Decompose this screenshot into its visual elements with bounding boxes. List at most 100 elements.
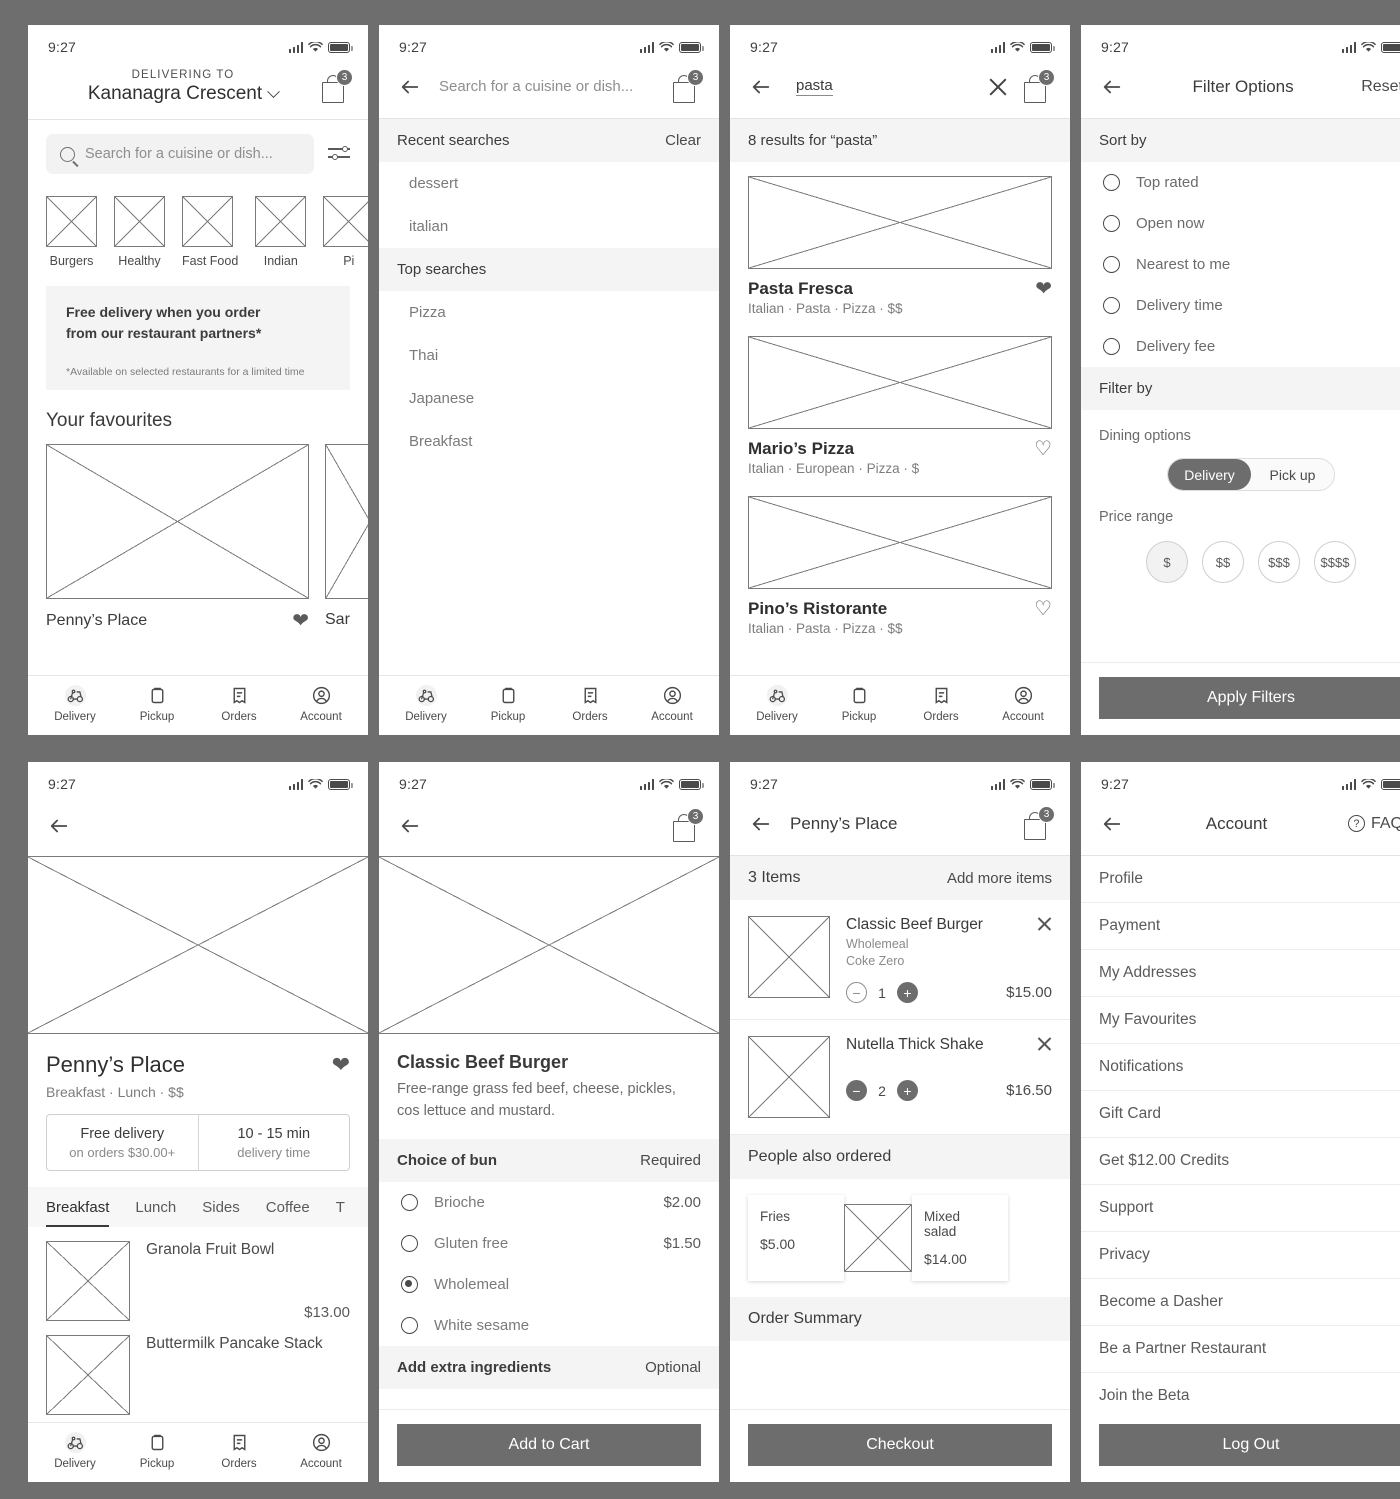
heart-outline-icon[interactable]: ♡: [1034, 439, 1052, 459]
account-item-support[interactable]: Support: [1081, 1185, 1400, 1232]
account-item-profile[interactable]: Profile: [1081, 856, 1400, 903]
search-input[interactable]: Search for a cuisine or dish...: [439, 78, 633, 95]
clear-button[interactable]: Clear: [665, 132, 701, 149]
back-button[interactable]: [397, 74, 423, 100]
filter-sliders-icon[interactable]: [328, 145, 350, 163]
favourite-card[interactable]: Sar: [325, 444, 368, 631]
menu-tabs[interactable]: Breakfast Lunch Sides Coffee T: [28, 1187, 368, 1227]
nav-item-account[interactable]: Account: [286, 1432, 356, 1470]
sort-option-open-now[interactable]: Open now: [1081, 203, 1400, 244]
sort-option-nearest-to-me[interactable]: Nearest to me: [1081, 244, 1400, 285]
search-query-input[interactable]: pasta: [796, 77, 833, 96]
account-item-payment[interactable]: Payment: [1081, 903, 1400, 950]
back-button[interactable]: [397, 813, 423, 839]
nav-item-delivery[interactable]: Delivery: [391, 685, 461, 723]
result-card[interactable]: Mario’s Pizza Italian · European · Pizza…: [730, 322, 1070, 482]
address-selector[interactable]: Kananagra Crescent: [88, 83, 281, 105]
add-to-cart-button[interactable]: Add to Cart: [397, 1424, 701, 1466]
recent-search-item[interactable]: dessert: [379, 162, 719, 205]
account-item-my-favourites[interactable]: My Favourites: [1081, 997, 1400, 1044]
nav-item-delivery[interactable]: Delivery: [40, 685, 110, 723]
menu-item[interactable]: Buttermilk Pancake Stack: [28, 1321, 368, 1415]
tab-overflow[interactable]: T: [336, 1199, 345, 1227]
clear-search-icon[interactable]: [988, 77, 1008, 97]
faq-button[interactable]: ? FAQ: [1347, 815, 1400, 833]
nav-item-pickup[interactable]: Pickup: [473, 685, 543, 723]
price-option-4[interactable]: $$$$: [1314, 541, 1356, 583]
back-button[interactable]: [1099, 74, 1125, 100]
back-button[interactable]: [748, 811, 774, 837]
sort-option-delivery-fee[interactable]: Delivery fee: [1081, 326, 1400, 367]
result-card[interactable]: Pino’s Ristorante Italian · Pasta · Pizz…: [730, 482, 1070, 642]
result-card[interactable]: Pasta Fresca Italian · Pasta · Pizza · $…: [730, 162, 1070, 322]
category-item[interactable]: Fast Food: [182, 196, 238, 268]
decrease-quantity-button[interactable]: −: [846, 982, 867, 1003]
increase-quantity-button[interactable]: +: [897, 1080, 918, 1101]
decrease-quantity-button[interactable]: −: [846, 1080, 867, 1101]
sort-option-top-rated[interactable]: Top rated: [1081, 162, 1400, 203]
cart-button[interactable]: 3: [671, 68, 704, 103]
nav-item-delivery[interactable]: Delivery: [742, 685, 812, 723]
nav-item-account[interactable]: Account: [988, 685, 1058, 723]
reset-button[interactable]: Reset: [1361, 78, 1400, 96]
segment-pickup[interactable]: Pick up: [1251, 459, 1334, 490]
category-item[interactable]: Pi: [323, 196, 368, 268]
account-item-gift-card[interactable]: Gift Card: [1081, 1091, 1400, 1138]
back-button[interactable]: [748, 74, 774, 100]
price-option-2[interactable]: $$: [1202, 541, 1244, 583]
account-item-notifications[interactable]: Notifications: [1081, 1044, 1400, 1091]
account-item-partner-restaurant[interactable]: Be a Partner Restaurant: [1081, 1326, 1400, 1373]
apply-filters-button[interactable]: Apply Filters: [1099, 677, 1400, 719]
add-more-items-button[interactable]: Add more items: [947, 870, 1052, 887]
top-search-item[interactable]: Breakfast: [379, 420, 719, 463]
top-search-item[interactable]: Thai: [379, 334, 719, 377]
cart-button[interactable]: 3: [1022, 805, 1055, 840]
heart-filled-icon[interactable]: ❤: [332, 1054, 350, 1076]
tab-lunch[interactable]: Lunch: [135, 1199, 176, 1227]
checkout-button[interactable]: Checkout: [748, 1424, 1052, 1466]
tab-sides[interactable]: Sides: [202, 1199, 240, 1227]
favourite-card[interactable]: Penny’s Place ❤: [46, 444, 309, 631]
delivering-to-block[interactable]: DELIVERING TO Kananagra Crescent: [46, 69, 320, 105]
cart-button[interactable]: 3: [671, 808, 704, 842]
menu-item[interactable]: Granola Fruit Bowl $13.00: [28, 1227, 368, 1321]
heart-filled-icon[interactable]: ❤: [1035, 279, 1052, 299]
heart-filled-icon[interactable]: ❤: [292, 611, 309, 631]
bun-option-brioche[interactable]: Brioche $2.00: [379, 1182, 719, 1223]
nav-item-account[interactable]: Account: [286, 685, 356, 723]
favourites-carousel[interactable]: Penny’s Place ❤ Sar: [28, 444, 368, 631]
tab-coffee[interactable]: Coffee: [266, 1199, 310, 1227]
increase-quantity-button[interactable]: +: [897, 982, 918, 1003]
category-item[interactable]: Healthy: [114, 196, 165, 268]
also-ordered-card[interactable]: Mixed salad $14.00: [912, 1195, 1008, 1281]
nav-item-orders[interactable]: Orders: [906, 685, 976, 723]
dining-options-toggle[interactable]: Delivery Pick up: [1167, 458, 1335, 491]
nav-item-pickup[interactable]: Pickup: [122, 685, 192, 723]
segment-delivery[interactable]: Delivery: [1168, 459, 1251, 490]
heart-outline-icon[interactable]: ♡: [1034, 599, 1052, 619]
nav-item-account[interactable]: Account: [637, 685, 707, 723]
account-item-my-addresses[interactable]: My Addresses: [1081, 950, 1400, 997]
account-item-join-the-beta[interactable]: Join the Beta: [1081, 1373, 1400, 1410]
also-ordered-carousel[interactable]: Fries $5.00 Mixed salad $14.00: [730, 1179, 1070, 1297]
recent-search-item[interactable]: italian: [379, 205, 719, 248]
nav-item-orders[interactable]: Orders: [555, 685, 625, 723]
also-ordered-card[interactable]: Fries $5.00: [748, 1195, 844, 1281]
price-option-3[interactable]: $$$: [1258, 541, 1300, 583]
account-item-credits[interactable]: Get $12.00 Credits: [1081, 1138, 1400, 1185]
bun-option-white-sesame[interactable]: White sesame: [379, 1305, 719, 1346]
remove-item-icon[interactable]: [1037, 1036, 1052, 1051]
cart-button[interactable]: 3: [320, 69, 353, 103]
back-button[interactable]: [1099, 811, 1125, 837]
tab-breakfast[interactable]: Breakfast: [46, 1199, 110, 1227]
account-item-become-a-dasher[interactable]: Become a Dasher: [1081, 1279, 1400, 1326]
cart-button[interactable]: 3: [1022, 68, 1055, 103]
category-item[interactable]: Indian: [255, 196, 307, 268]
top-search-item[interactable]: Japanese: [379, 377, 719, 420]
search-input[interactable]: Search for a cuisine or dish...: [46, 134, 314, 174]
nav-item-pickup[interactable]: Pickup: [824, 685, 894, 723]
nav-item-orders[interactable]: Orders: [204, 1432, 274, 1470]
category-item[interactable]: Burgers: [46, 196, 97, 268]
bun-option-gluten-free[interactable]: Gluten free $1.50: [379, 1223, 719, 1264]
top-search-item[interactable]: Pizza: [379, 291, 719, 334]
